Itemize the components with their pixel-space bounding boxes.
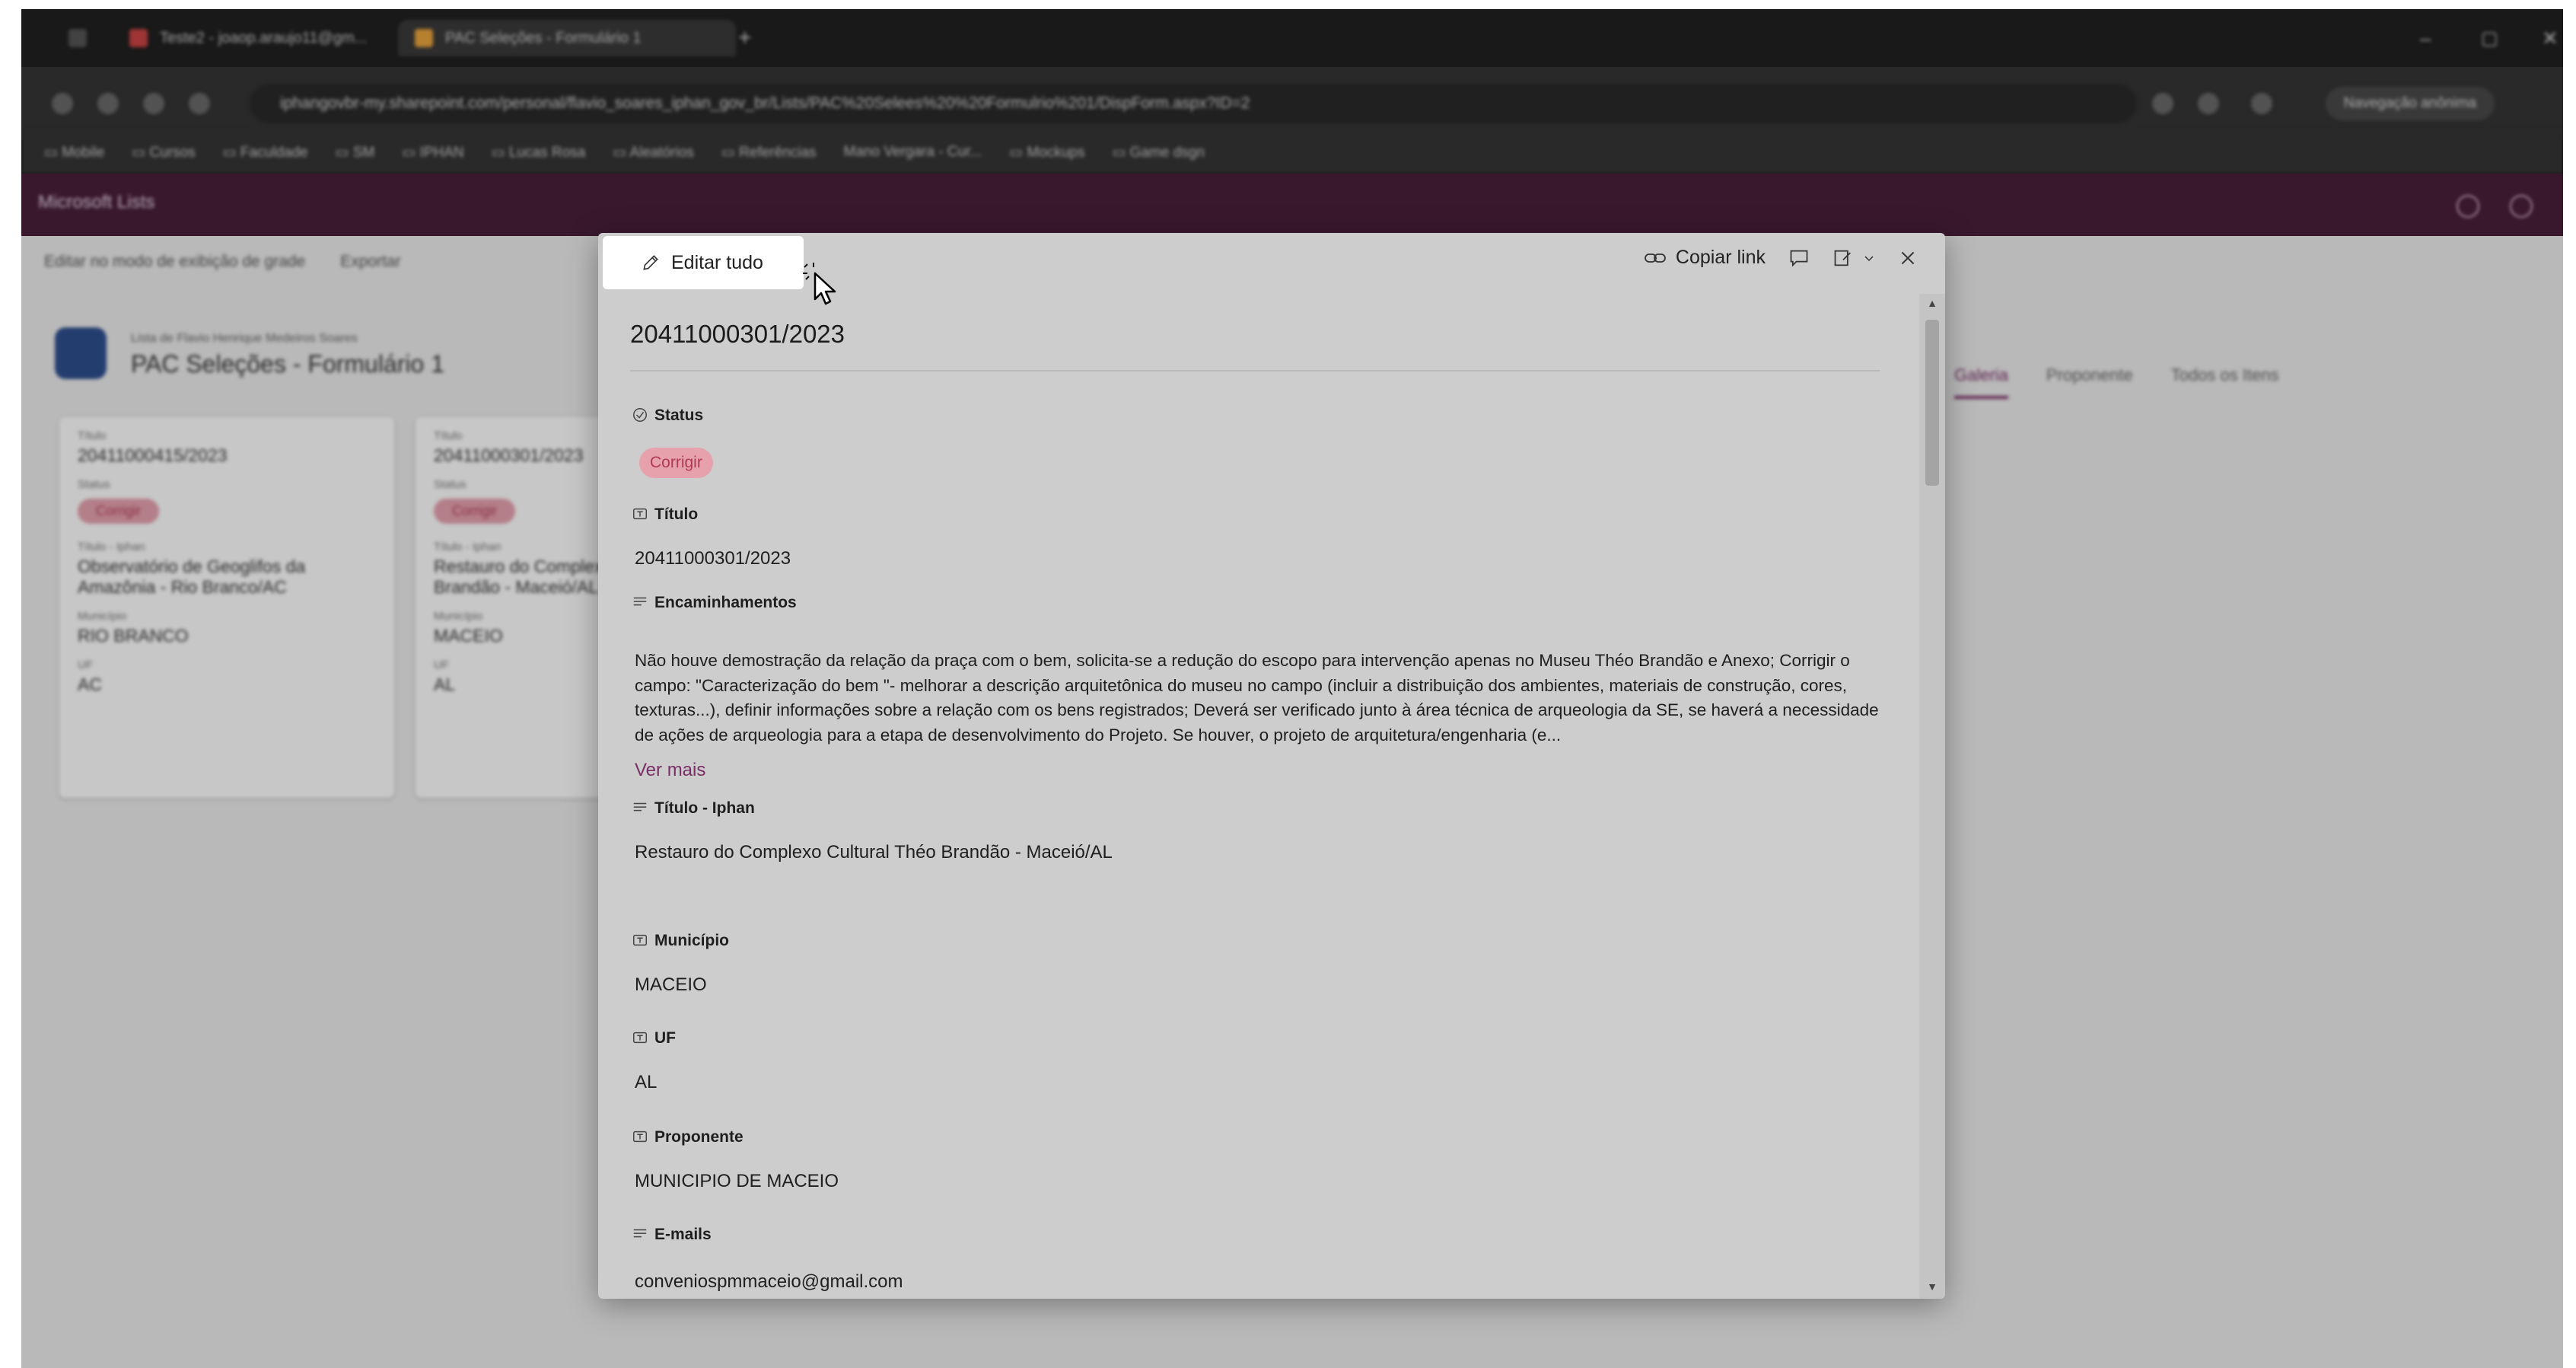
comment-icon <box>1790 250 1808 266</box>
status-badge: Corrigir <box>639 448 713 478</box>
dialog-actions: Copiar link <box>1644 247 1918 269</box>
show-more-link[interactable]: Ver mais <box>635 760 705 781</box>
mouse-cursor-icon <box>803 263 836 305</box>
link-icon <box>1644 253 1666 263</box>
chevron-down-icon[interactable] <box>1863 252 1875 264</box>
titulo-iphan-value: Restauro do Complexo Cultural Théo Brand… <box>635 842 1113 863</box>
scroll-down-arrow[interactable]: ▼ <box>1927 1280 1938 1293</box>
multiline-field-icon <box>633 597 647 606</box>
scroll-up-arrow[interactable]: ▲ <box>1927 297 1938 309</box>
edit-form-button[interactable] <box>1832 247 1875 269</box>
multiline-field-icon <box>633 1229 647 1238</box>
titulo-label: Título <box>654 505 699 523</box>
text-field-icon <box>633 508 647 520</box>
item-detail-dialog: Editar tudo Copiar link 20411000301/2023… <box>598 233 1945 1299</box>
divider <box>630 370 1880 371</box>
uf-value: AL <box>635 1072 658 1092</box>
status-label: Status <box>654 407 704 424</box>
multiline-field-icon <box>633 802 647 812</box>
emails-value: conveniospmmaceio@gmail.com <box>635 1271 903 1292</box>
scrollbar-thumb[interactable] <box>1925 320 1939 486</box>
uf-label: UF <box>654 1029 676 1047</box>
close-button[interactable] <box>1898 248 1918 268</box>
close-icon <box>1901 251 1915 264</box>
record-title: 20411000301/2023 <box>630 320 845 348</box>
proponente-value: MUNICIPIO DE MACEIO <box>635 1171 839 1191</box>
copy-link-label: Copiar link <box>1675 247 1766 268</box>
proponente-label: Proponente <box>654 1128 744 1146</box>
edit-all-label: Editar tudo <box>671 251 763 273</box>
dialog-toolbar: Editar tudo Copiar link <box>598 233 1945 294</box>
dialog-content: 20411000301/2023 Status Corrigir Título … <box>598 294 1919 1299</box>
text-field-icon <box>633 1130 647 1143</box>
edit-form-icon <box>1834 250 1851 266</box>
text-field-icon <box>633 1032 647 1044</box>
encaminhamentos-label: Encaminhamentos <box>654 594 797 611</box>
municipio-label: Município <box>654 932 729 949</box>
emails-label: E-mails <box>654 1226 712 1243</box>
encaminhamentos-value: Não houve demostração da relação da praç… <box>635 651 1879 745</box>
comments-button[interactable] <box>1788 247 1810 269</box>
status-field-icon <box>633 408 647 422</box>
municipio-value: MACEIO <box>635 974 707 995</box>
titulo-value: 20411000301/2023 <box>635 548 791 569</box>
titulo-iphan-label: Título - Iphan <box>654 799 755 817</box>
copy-link-button[interactable]: Copiar link <box>1644 247 1766 269</box>
edit-all-button[interactable]: Editar tudo <box>603 236 804 289</box>
pencil-icon <box>643 255 658 270</box>
text-field-icon <box>633 934 647 946</box>
